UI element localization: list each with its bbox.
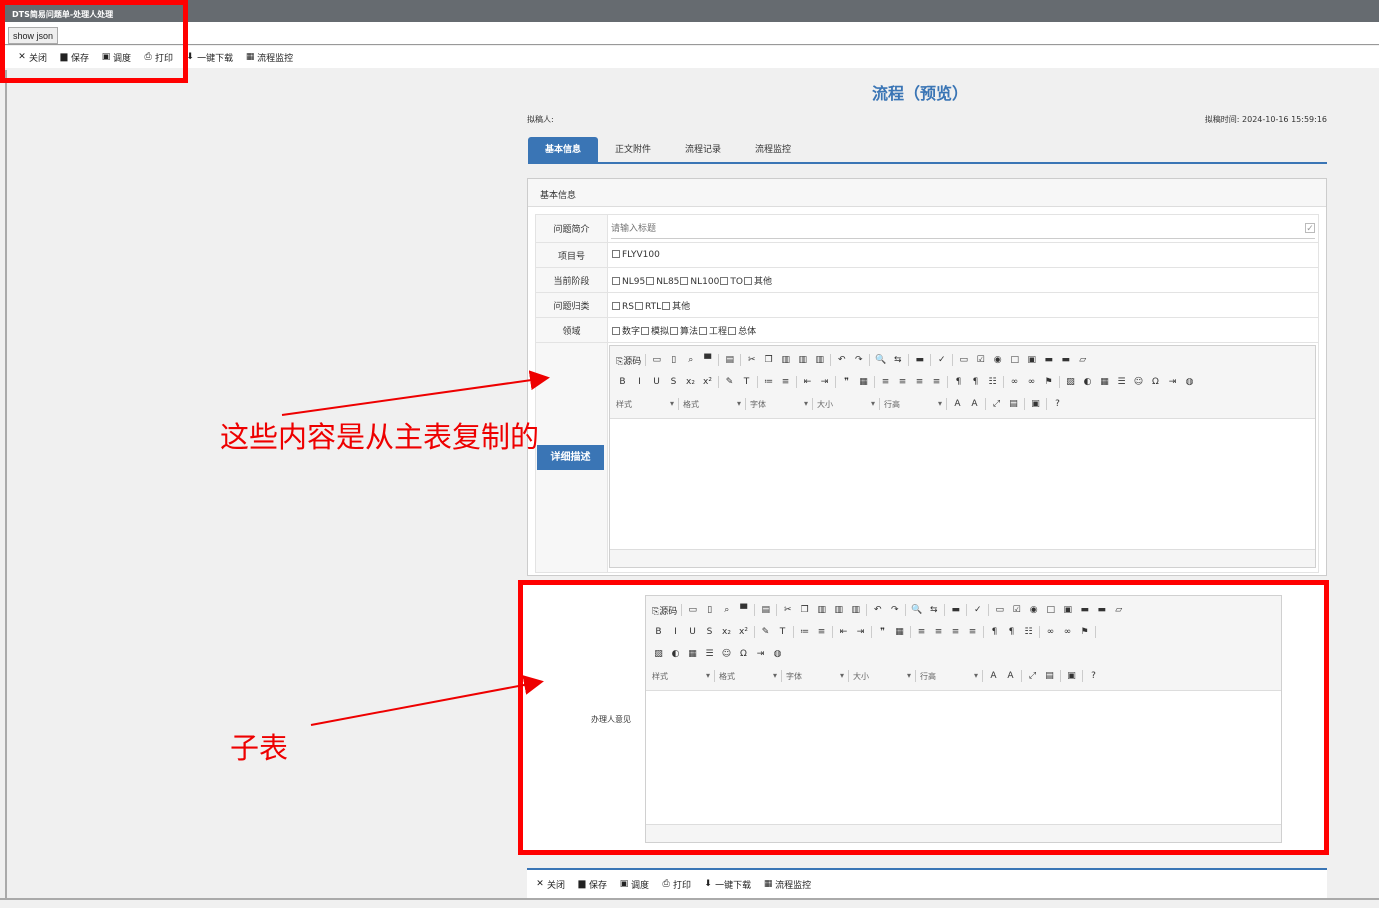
close-button[interactable]: ✕ 关闭 (535, 878, 565, 891)
toolbar-label: 保存 (589, 880, 608, 891)
download-icon: ⬇ (704, 879, 712, 889)
monitor-icon: ▦ (763, 879, 773, 889)
bottom-border (0, 898, 1379, 900)
toolbar-label: 打印 (673, 880, 692, 891)
close-icon: ✕ (536, 879, 544, 889)
print-icon: ⎙ (662, 879, 670, 889)
save-button[interactable]: ▆ 保存 (577, 878, 607, 891)
toolbar-label: 一键下载 (715, 880, 752, 891)
arrow-to-main-fields (281, 370, 550, 416)
toolbar-label: 关闭 (547, 880, 566, 891)
toolbar-label: 流程监控 (775, 880, 812, 891)
arrow-to-subtable (310, 675, 544, 726)
monitor-button[interactable]: ▦ 流程监控 (763, 878, 811, 891)
dispatch-icon: ▣ (619, 879, 629, 889)
annotation-arrows (281, 370, 550, 726)
bottom-toolbar: ✕ 关闭 ▆ 保存 ▣ 调度 ⎙ 打印 ⬇ 一键下载 ▦ 流程监控 (527, 868, 1327, 898)
toolbar-label: 调度 (631, 880, 650, 891)
dispatch-button[interactable]: ▣ 调度 (619, 878, 649, 891)
print-button[interactable]: ⎙ 打印 (661, 878, 691, 891)
download-button[interactable]: ⬇ 一键下载 (703, 878, 751, 891)
save-icon: ▆ (578, 879, 586, 889)
